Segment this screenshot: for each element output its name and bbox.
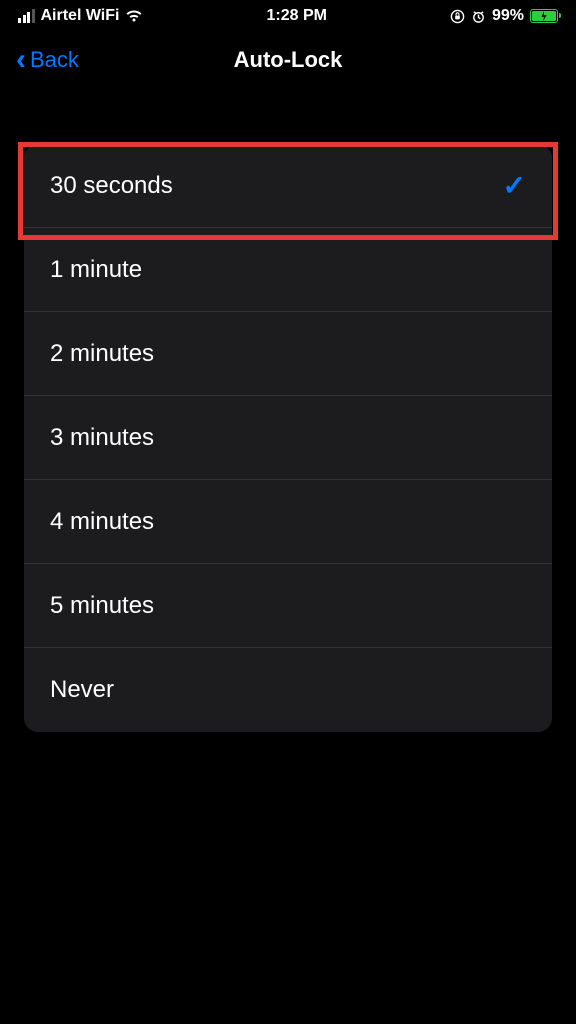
back-label: Back bbox=[30, 47, 79, 73]
option-label: Never bbox=[50, 676, 114, 704]
option-30-seconds[interactable]: 30 seconds ✓ bbox=[24, 144, 552, 228]
wifi-icon bbox=[125, 9, 143, 23]
option-label: 3 minutes bbox=[50, 424, 154, 452]
chevron-left-icon: ‹ bbox=[16, 45, 26, 75]
status-time: 1:28 PM bbox=[266, 7, 326, 25]
alarm-icon bbox=[471, 9, 486, 24]
status-bar: Airtel WiFi 1:28 PM 99% bbox=[0, 0, 576, 32]
option-label: 2 minutes bbox=[50, 340, 154, 368]
option-label: 5 minutes bbox=[50, 592, 154, 620]
option-3-minutes[interactable]: 3 minutes bbox=[24, 396, 552, 480]
back-button[interactable]: ‹ Back bbox=[16, 45, 79, 75]
battery-icon bbox=[530, 9, 558, 23]
option-2-minutes[interactable]: 2 minutes bbox=[24, 312, 552, 396]
carrier-label: Airtel WiFi bbox=[41, 7, 120, 25]
status-left: Airtel WiFi bbox=[18, 7, 143, 25]
nav-header: ‹ Back Auto-Lock bbox=[0, 32, 576, 88]
option-never[interactable]: Never bbox=[24, 648, 552, 732]
status-right: 99% bbox=[450, 7, 558, 25]
autolock-options-list: 30 seconds ✓ 1 minute 2 minutes 3 minute… bbox=[24, 144, 552, 732]
checkmark-icon: ✓ bbox=[503, 169, 526, 202]
signal-icon bbox=[18, 9, 35, 23]
option-5-minutes[interactable]: 5 minutes bbox=[24, 564, 552, 648]
option-label: 30 seconds bbox=[50, 172, 173, 200]
option-label: 1 minute bbox=[50, 256, 142, 284]
option-4-minutes[interactable]: 4 minutes bbox=[24, 480, 552, 564]
battery-pct: 99% bbox=[492, 7, 524, 25]
orientation-lock-icon bbox=[450, 9, 465, 24]
option-label: 4 minutes bbox=[50, 508, 154, 536]
page-title: Auto-Lock bbox=[234, 47, 343, 73]
option-1-minute[interactable]: 1 minute bbox=[24, 228, 552, 312]
